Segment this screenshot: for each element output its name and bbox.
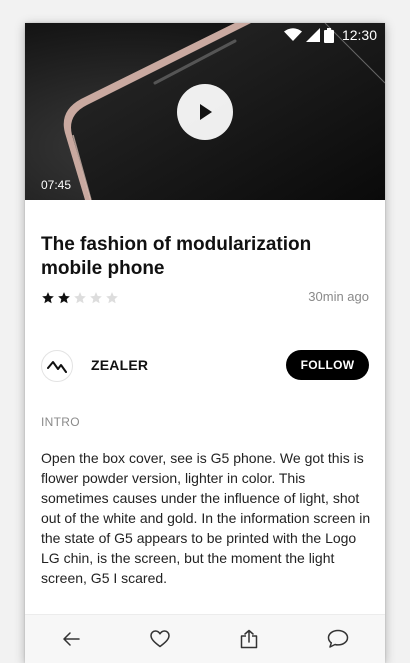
- back-arrow-icon: [63, 632, 80, 646]
- heart-icon: [150, 630, 170, 648]
- phone-screen: 12:30 07:45 The fashion of modularizatio…: [25, 23, 385, 663]
- battery-icon: [323, 27, 334, 43]
- zealer-logo-icon: [47, 361, 67, 373]
- status-bar: 12:30: [283, 23, 385, 47]
- back-button[interactable]: [59, 627, 83, 651]
- intro-label: INTRO: [41, 415, 80, 429]
- signal-icon: [305, 28, 320, 42]
- star-rating: [41, 291, 119, 305]
- intro-text: Open the box cover, see is G5 phone. We …: [41, 450, 371, 586]
- play-icon: [200, 104, 212, 120]
- share-button[interactable]: [237, 627, 261, 651]
- comment-button[interactable]: [326, 627, 350, 651]
- author-avatar[interactable]: [41, 350, 73, 382]
- star-filled-icon: [42, 292, 54, 304]
- star-empty-icon: [106, 292, 118, 304]
- follow-button[interactable]: FOLLOW: [286, 350, 369, 380]
- status-time: 12:30: [341, 27, 377, 43]
- star-filled-icon: [58, 292, 70, 304]
- star-empty-icon: [74, 292, 86, 304]
- video-duration: 07:45: [41, 178, 72, 192]
- author-name[interactable]: ZEALER: [91, 357, 148, 373]
- play-button[interactable]: [177, 84, 233, 140]
- article-title: The fashion of modularization mobile pho…: [41, 234, 312, 279]
- article-time: 30min ago: [308, 289, 369, 304]
- comment-icon: [327, 629, 349, 648]
- star-empty-icon: [90, 292, 102, 304]
- wifi-icon: [283, 28, 302, 41]
- like-button[interactable]: [148, 627, 172, 651]
- video-player[interactable]: 12:30 07:45: [25, 23, 385, 200]
- share-icon: [240, 629, 258, 649]
